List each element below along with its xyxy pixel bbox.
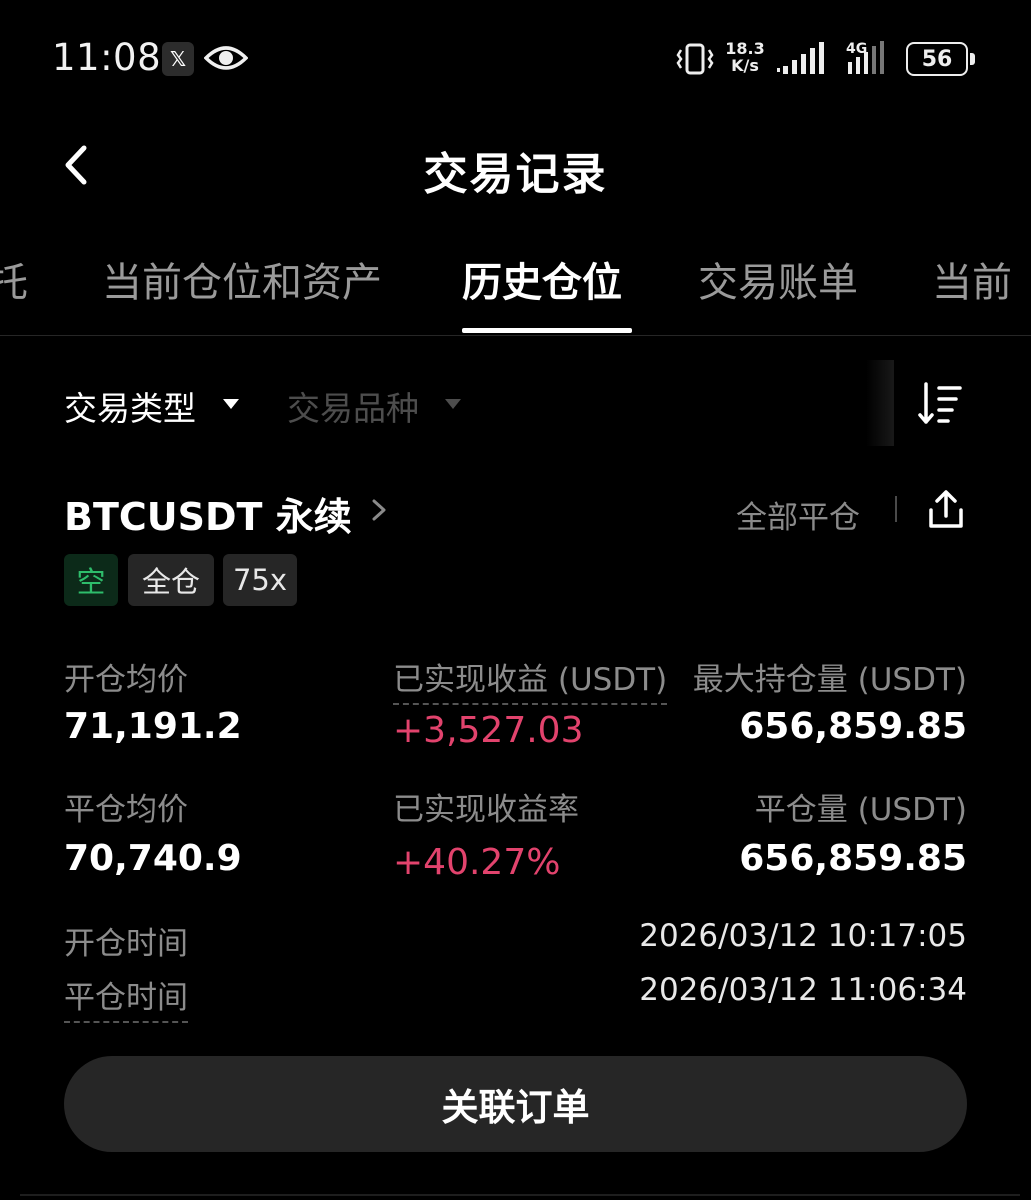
network-speed-unit: K/s <box>731 56 759 75</box>
tab-current-more[interactable]: 当前 <box>932 250 1012 308</box>
network-speed-value: 18.3 <box>725 39 765 58</box>
close-all-button[interactable]: 全部平仓 <box>736 492 860 537</box>
realized-pnl: +3,527.03 <box>393 710 584 751</box>
realized-pnl-label[interactable]: 已实现收益 (USDT) <box>393 654 668 705</box>
battery-level: 56 <box>906 42 968 76</box>
tab-history-positions[interactable]: 历史仓位 <box>462 250 622 308</box>
direction-tag: 空 <box>64 554 118 606</box>
trade-type-filter[interactable]: 交易类型 <box>64 382 196 430</box>
max-position-label: 最大持仓量 (USDT) <box>692 662 967 698</box>
linked-orders-button[interactable]: 关联订单 <box>64 1056 967 1152</box>
open-avg-price: 71,191.2 <box>64 706 242 747</box>
tab-bar: 托 当前仓位和资产 历史仓位 交易账单 当前 <box>0 240 1031 336</box>
close-avg-price: 70,740.9 <box>64 838 242 879</box>
page-title: 交易记录 <box>423 149 608 200</box>
status-time: 11:08 <box>52 36 162 79</box>
divider <box>20 1194 1020 1196</box>
signal-icon <box>777 42 824 74</box>
caret-down-icon[interactable] <box>444 398 462 410</box>
sort-descending-icon[interactable] <box>916 380 964 428</box>
tab-current-positions[interactable]: 当前仓位和资产 <box>102 250 382 308</box>
open-time-label: 开仓时间 <box>64 926 188 962</box>
tab-entrust[interactable]: 托 <box>0 250 28 308</box>
closed-volume-label: 平仓量 (USDT) <box>754 792 967 828</box>
share-icon[interactable] <box>924 488 968 532</box>
open-time: 2026/03/12 10:17:05 <box>639 918 967 954</box>
filter-fade <box>866 360 894 446</box>
close-time-label[interactable]: 平仓时间 <box>64 972 188 1023</box>
divider <box>895 496 897 522</box>
network-speed: 18.3 K/s <box>724 40 766 74</box>
caret-down-icon[interactable] <box>222 398 240 410</box>
open-avg-price-label: 开仓均价 <box>64 662 188 698</box>
closed-volume: 656,859.85 <box>739 838 967 879</box>
close-avg-price-label: 平仓均价 <box>64 792 188 828</box>
tab-trade-bills[interactable]: 交易账单 <box>698 250 858 308</box>
realized-pnl-rate: +40.27% <box>393 842 561 883</box>
signal-4g-icon: 4G <box>846 41 884 74</box>
battery-icon: 56 <box>906 42 976 76</box>
margin-mode-tag: 全仓 <box>128 554 214 606</box>
x-app-icon: 𝕏 <box>162 42 194 76</box>
leverage-tag: 75x <box>223 554 297 606</box>
max-position: 656,859.85 <box>739 706 967 747</box>
close-time: 2026/03/12 11:06:34 <box>639 972 967 1008</box>
trade-symbol-filter[interactable]: 交易品种 <box>287 382 419 430</box>
chevron-right-icon[interactable] <box>368 494 390 526</box>
eye-icon <box>204 46 248 70</box>
realized-pnl-rate-label: 已实现收益率 <box>393 792 579 828</box>
position-symbol[interactable]: BTCUSDT 永续 <box>64 486 352 541</box>
tab-indicator <box>462 328 632 333</box>
vibrate-icon <box>676 43 714 75</box>
